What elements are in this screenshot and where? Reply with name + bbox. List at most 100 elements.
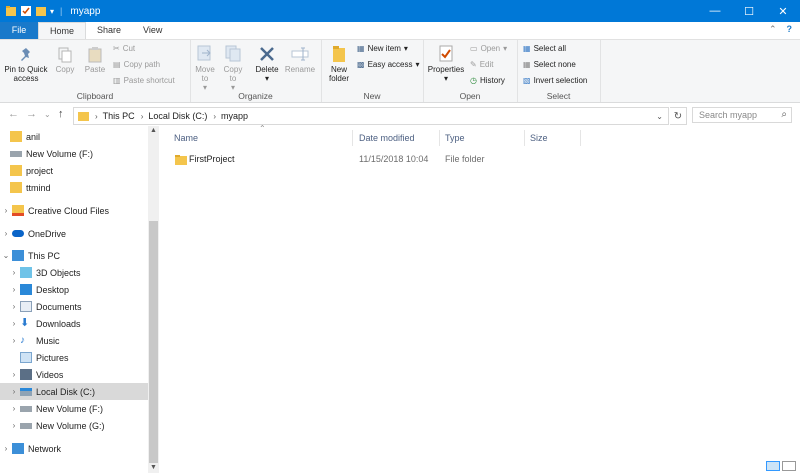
open-button[interactable]: ▭ Open ▾ [470,44,507,53]
search-input[interactable]: Search myapp ⌕ [692,107,792,123]
close-button[interactable]: ✕ [766,0,800,22]
nav-item-new-volume-g[interactable]: › New Volume (G:) [0,417,154,434]
chevron-right-icon[interactable]: › [0,229,12,238]
cut-button[interactable]: ✂ Cut [113,44,135,53]
up-arrow-icon[interactable]: ↑ [58,108,64,120]
delete-button[interactable]: Delete ▾ [252,44,282,83]
breadcrumb-this-pc[interactable]: This PC [103,111,135,121]
copy-path-button[interactable]: ▤ Copy path [113,60,160,69]
maximize-button[interactable]: ☐ [732,0,766,22]
column-divider[interactable] [439,130,440,146]
properties-button[interactable]: Properties ▾ [426,44,466,83]
address-dropdown-icon[interactable]: ⌄ [656,112,663,121]
scrollbar-thumb[interactable] [149,221,158,463]
ribbon: Pin to Quick access Copy Paste ✂ Cut ▤ Cop… [0,40,800,103]
chevron-right-icon[interactable]: › [0,206,12,215]
chevron-right-icon[interactable]: › [8,421,20,430]
scroll-up-icon[interactable]: ▲ [150,127,157,134]
nav-label: Network [28,443,62,454]
music-icon: ♪ [20,335,25,346]
chevron-right-icon[interactable]: › [8,319,20,328]
recent-locations-icon[interactable]: ⌄ [44,110,51,119]
paste-shortcut-button[interactable]: ▥ Paste shortcut [113,76,175,85]
chevron-right-icon[interactable]: › [8,370,20,379]
column-divider[interactable] [352,130,353,146]
forward-arrow-icon[interactable]: → [26,108,37,120]
nav-item-music[interactable]: › ♪ Music [0,332,154,349]
select-all-button[interactable]: ▦ Select all [523,44,566,53]
nav-item-documents[interactable]: › Documents [0,298,154,315]
copy-to-button[interactable]: Copy to ▾ [220,44,246,92]
nav-item-this-pc[interactable]: ⌄ This PC [0,247,146,264]
select-none-button[interactable]: ▦ Select none [523,60,576,69]
paste-button[interactable]: Paste [82,46,108,74]
chevron-right-icon[interactable]: › [8,336,20,345]
nav-item-downloads[interactable]: › ⬇ Downloads [0,315,154,332]
chevron-right-icon[interactable]: › [0,444,12,453]
chevron-right-icon[interactable]: › [8,268,20,277]
tab-share[interactable]: Share [86,22,132,39]
large-icons-view-icon[interactable] [782,461,796,471]
select-none-label: Select none [533,60,576,69]
nav-item-3d-objects[interactable]: › 3D Objects [0,264,154,281]
nav-scrollbar[interactable]: ▲ ▼ [148,126,159,473]
help-icon[interactable]: ? [787,24,793,35]
breadcrumb-local-disk[interactable]: Local Disk (C:) [148,111,207,121]
chevron-right-icon[interactable]: › [8,285,20,294]
cut-label: Cut [122,44,136,53]
nav-label: project [26,165,54,176]
nav-label: Music [36,335,60,346]
column-type[interactable]: Type [445,133,465,143]
invert-selection-button[interactable]: ▧ Invert selection [523,76,587,85]
nav-item-local-disk-c[interactable]: › Local Disk (C:) [0,383,154,400]
edit-label: Edit [479,60,494,69]
rename-button[interactable]: Rename [284,44,316,74]
cc-folder-icon [12,205,24,216]
table-row[interactable]: FirstProject 11/15/2018 10:04 File folde… [170,152,570,168]
chevron-right-icon[interactable]: › [8,404,20,413]
easy-access-button[interactable]: ▩ Easy access ▾ [357,60,419,69]
tab-view[interactable]: View [132,22,173,39]
column-divider[interactable] [524,130,525,146]
new-folder-icon[interactable] [35,5,47,17]
tab-file[interactable]: File [0,22,38,39]
move-to-button[interactable]: Move to ▾ [192,44,218,92]
nav-item-pictures[interactable]: Pictures [0,349,154,366]
new-folder-button[interactable]: New folder [324,44,354,83]
refresh-button[interactable]: ↻ [670,107,687,125]
column-divider[interactable] [580,130,581,146]
column-size[interactable]: Size [530,133,548,143]
nav-item-project[interactable]: project [0,162,156,179]
new-item-label: New item [367,44,401,53]
properties-icon[interactable] [20,5,32,17]
nav-item-videos[interactable]: › Videos [0,366,154,383]
details-view-icon[interactable] [766,461,780,471]
nav-item-network[interactable]: › Network [0,440,146,457]
chevron-down-icon[interactable]: ⌄ [0,251,12,260]
nav-item-anil[interactable]: anil [0,128,156,145]
tab-home[interactable]: Home [38,22,87,39]
nav-item-ttmind[interactable]: ttmind [0,179,156,196]
nav-item-desktop[interactable]: › Desktop [0,281,154,298]
column-name[interactable]: Name [174,133,198,143]
nav-item-onedrive[interactable]: › OneDrive [0,225,146,242]
copy-button[interactable]: Copy [52,46,78,74]
file-type: File folder [445,154,485,164]
column-date-modified[interactable]: Date modified [359,133,415,143]
customize-qa-icon[interactable]: ▾ [50,7,54,16]
pin-quick-access-button[interactable]: Pin to Quick access [3,46,49,83]
minimize-button[interactable]: — [698,0,732,22]
address-bar[interactable]: › This PC › Local Disk (C:) › myapp ⌄ [73,107,669,125]
collapse-ribbon-icon[interactable]: ⌃ [769,24,777,35]
nav-item-new-volume-f[interactable]: › New Volume (F:) [0,400,154,417]
back-arrow-icon[interactable]: ← [8,108,19,120]
chevron-right-icon[interactable]: › [8,387,20,396]
history-button[interactable]: ◷ History [470,76,505,85]
breadcrumb-myapp[interactable]: myapp [221,111,248,121]
nav-item-new-volume-f-quick[interactable]: New Volume (F:) [0,145,156,162]
chevron-right-icon[interactable]: › [8,302,20,311]
nav-item-creative-cloud[interactable]: › Creative Cloud Files [0,202,146,219]
scroll-down-icon[interactable]: ▼ [150,464,157,471]
edit-button[interactable]: ✎ Edit [470,60,494,69]
new-item-button[interactable]: ▦ New item ▾ [357,44,408,53]
